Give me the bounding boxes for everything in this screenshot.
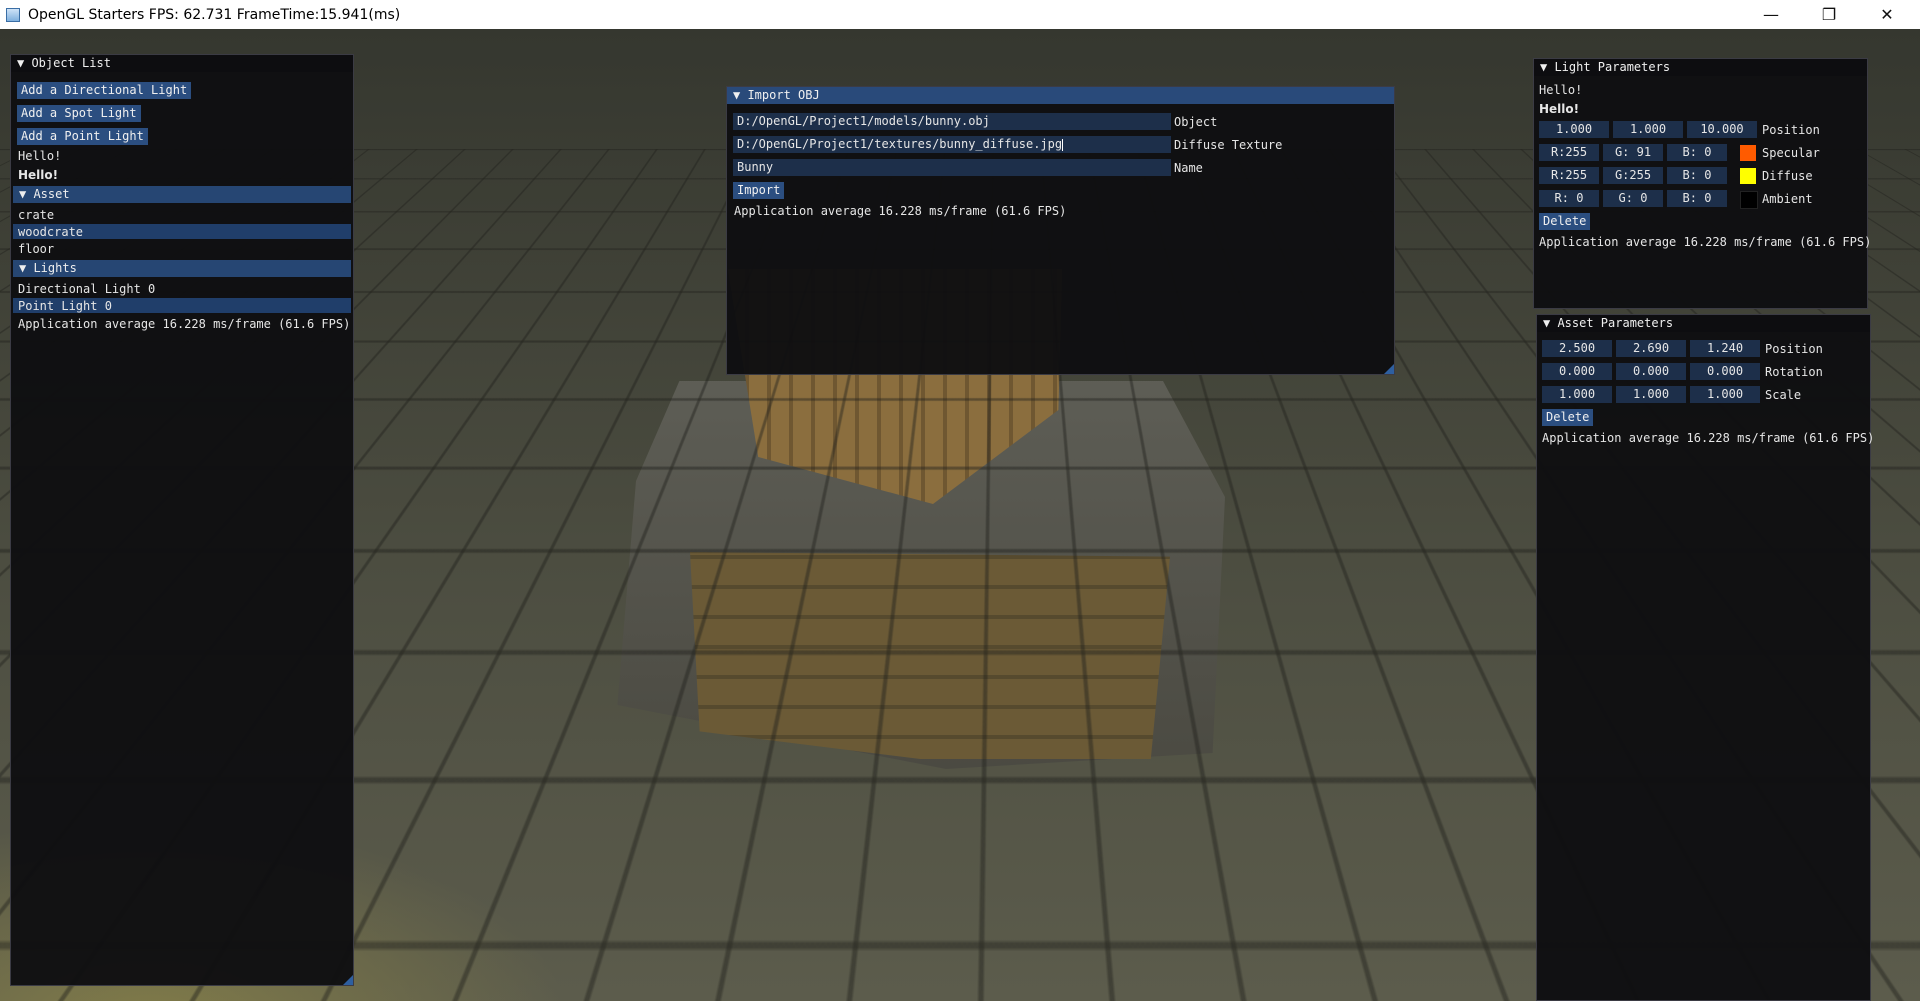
- texture-path-input[interactable]: D:/OpenGL/Project1/textures/bunny_diffus…: [733, 136, 1171, 153]
- asset-rotation-z-field[interactable]: 0.000: [1690, 363, 1760, 380]
- delete-light-button[interactable]: Delete: [1539, 213, 1591, 230]
- window-title-bar: OpenGL Starters FPS: 62.731 FrameTime:15…: [0, 0, 1920, 29]
- ambient-b-field[interactable]: B: 0: [1667, 190, 1727, 207]
- import-button[interactable]: Import: [733, 182, 785, 199]
- light-item-directional[interactable]: Directional Light 0: [18, 282, 155, 296]
- light-parameters-panel[interactable]: ▼ Light Parameters Hello! Hello! 1.000 1…: [1533, 58, 1872, 309]
- asset-scale-z-field[interactable]: 1.000: [1690, 386, 1760, 403]
- light-item-point[interactable]: Point Light 0: [18, 299, 112, 313]
- add-point-light-button[interactable]: Add a Point Light: [17, 128, 148, 145]
- asset-position-x-field[interactable]: 2.500: [1542, 340, 1612, 357]
- hello-text: Hello!: [1539, 83, 1583, 97]
- asset-parameters-title[interactable]: ▼ Asset Parameters: [1537, 315, 1870, 332]
- stats-text: Application average 16.228 ms/frame (61.…: [734, 204, 1067, 218]
- ambient-label: Ambient: [1762, 192, 1813, 206]
- delete-asset-button[interactable]: Delete: [1542, 409, 1594, 426]
- close-icon[interactable]: ✕: [1858, 0, 1916, 29]
- lights-tree-header[interactable]: ▼ Lights: [13, 260, 351, 277]
- diffuse-label: Diffuse: [1762, 169, 1813, 183]
- asset-scale-x-field[interactable]: 1.000: [1542, 386, 1612, 403]
- ambient-g-field[interactable]: G: 0: [1603, 190, 1663, 207]
- hello-bold-text: Hello!: [1539, 102, 1580, 116]
- ambient-r-field[interactable]: R: 0: [1539, 190, 1599, 207]
- asset-rotation-x-field[interactable]: 0.000: [1542, 363, 1612, 380]
- light-position-z-field[interactable]: 10.000: [1687, 121, 1757, 138]
- asset-rotation-y-field[interactable]: 0.000: [1616, 363, 1686, 380]
- object-path-input[interactable]: D:/OpenGL/Project1/models/bunny.obj: [733, 113, 1171, 130]
- object-list-title[interactable]: ▼ Object List: [11, 55, 353, 72]
- asset-parameters-panel[interactable]: ▼ Asset Parameters 2.500 2.690 1.240 Pos…: [1536, 314, 1875, 1001]
- position-label: Position: [1765, 342, 1823, 356]
- rotation-label: Rotation: [1765, 365, 1823, 379]
- name-input[interactable]: Bunny: [733, 159, 1171, 176]
- position-label: Position: [1762, 123, 1820, 137]
- name-label: Name: [1174, 161, 1203, 175]
- diffuse-r-field[interactable]: R:255: [1539, 167, 1599, 184]
- specular-g-field[interactable]: G: 91: [1603, 144, 1663, 161]
- window-title: OpenGL Starters FPS: 62.731 FrameTime:15…: [28, 6, 401, 23]
- light-parameters-title[interactable]: ▼ Light Parameters: [1534, 59, 1867, 76]
- asset-position-y-field[interactable]: 2.690: [1616, 340, 1686, 357]
- specular-color-swatch[interactable]: [1740, 145, 1756, 161]
- restore-icon[interactable]: ❐: [1800, 0, 1858, 29]
- large-crate-front: [690, 552, 1170, 759]
- scale-label: Scale: [1765, 388, 1802, 402]
- hello-bold-text: Hello!: [18, 168, 59, 182]
- diffuse-g-field[interactable]: G:255: [1603, 167, 1663, 184]
- specular-r-field[interactable]: R:255: [1539, 144, 1599, 161]
- diffuse-color-swatch[interactable]: [1740, 168, 1756, 184]
- specular-label: Specular: [1762, 146, 1820, 160]
- asset-position-z-field[interactable]: 1.240: [1690, 340, 1760, 357]
- stats-text: Application average 16.228 ms/frame (61.…: [18, 317, 351, 331]
- asset-scale-y-field[interactable]: 1.000: [1616, 386, 1686, 403]
- asset-item-floor[interactable]: floor: [18, 242, 54, 256]
- stats-text: Application average 16.228 ms/frame (61.…: [1542, 431, 1875, 445]
- ambient-color-swatch[interactable]: [1740, 191, 1758, 209]
- import-obj-title[interactable]: ▼ Import OBJ: [727, 87, 1394, 104]
- hello-text: Hello!: [18, 149, 62, 163]
- add-directional-light-button[interactable]: Add a Directional Light: [17, 82, 192, 99]
- asset-tree-header[interactable]: ▼ Asset: [13, 186, 351, 203]
- asset-item-woodcrate[interactable]: woodcrate: [18, 225, 83, 239]
- light-position-x-field[interactable]: 1.000: [1539, 121, 1609, 138]
- add-spot-light-button[interactable]: Add a Spot Light: [17, 105, 141, 122]
- minimize-icon[interactable]: —: [1742, 0, 1800, 29]
- import-obj-panel[interactable]: ▼ Import OBJ D:/OpenGL/Project1/models/b…: [726, 86, 1395, 375]
- light-position-y-field[interactable]: 1.000: [1613, 121, 1683, 138]
- resize-grip[interactable]: [1384, 364, 1394, 374]
- resize-grip[interactable]: [343, 975, 353, 985]
- stats-text: Application average 16.228 ms/frame (61.…: [1539, 235, 1872, 249]
- text-caret: [1062, 138, 1064, 151]
- app-icon: [6, 7, 20, 22]
- texture-label: Diffuse Texture: [1174, 138, 1283, 152]
- diffuse-b-field[interactable]: B: 0: [1667, 167, 1727, 184]
- object-label: Object: [1174, 115, 1218, 129]
- specular-b-field[interactable]: B: 0: [1667, 144, 1727, 161]
- object-list-panel[interactable]: ▼ Object List Add a Directional Light Ad…: [10, 54, 354, 986]
- asset-item-crate[interactable]: crate: [18, 208, 54, 222]
